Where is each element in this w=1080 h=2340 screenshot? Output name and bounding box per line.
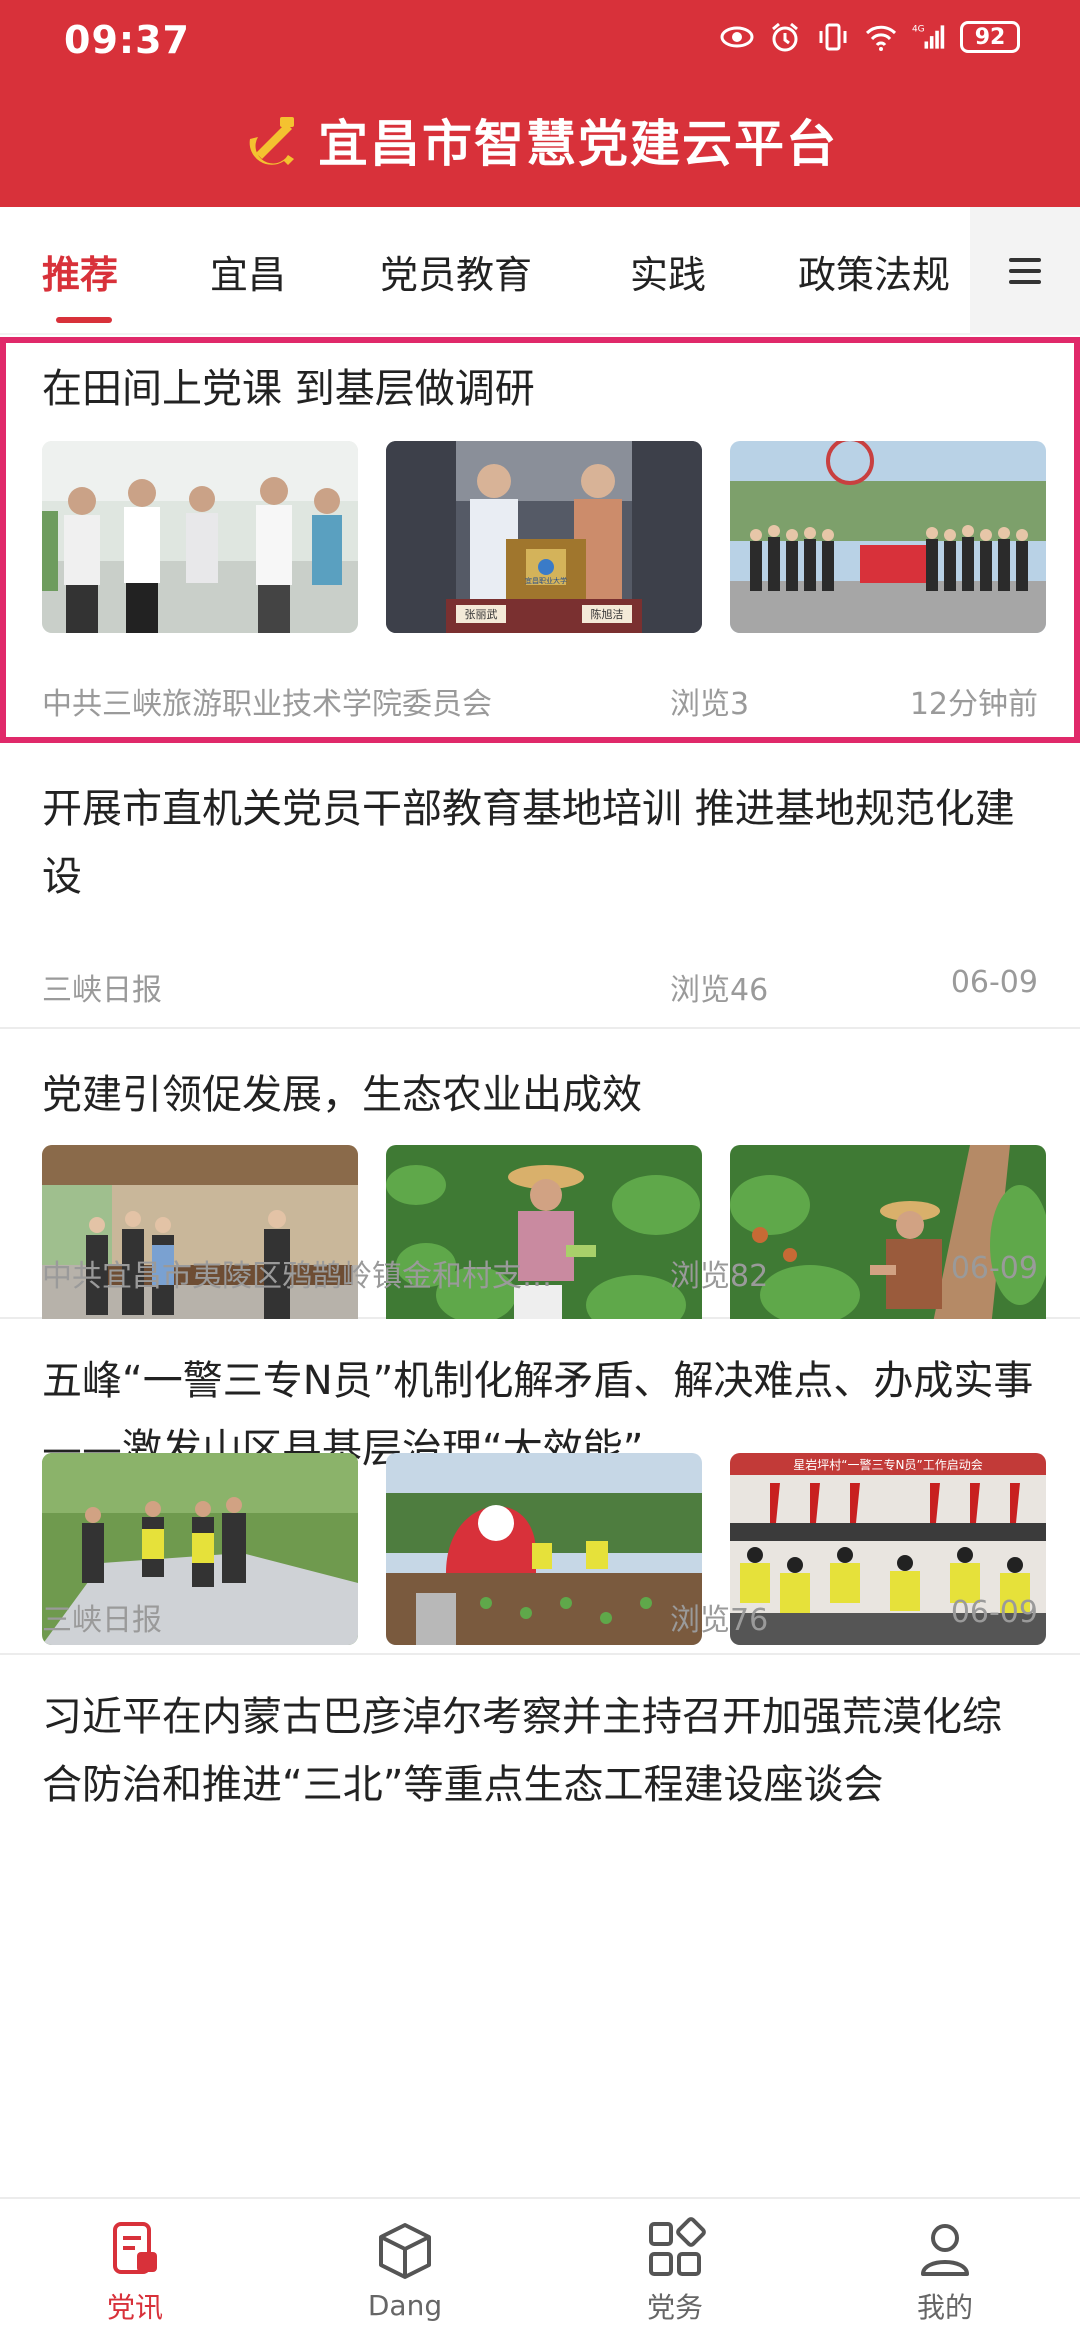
article-source: 中共宜昌市夷陵区鸦鹊岭镇金和村支… bbox=[42, 1259, 552, 1294]
article-title: 党建引领促发展，生态农业出成效 bbox=[42, 1072, 642, 1118]
article-time: 12分钟前 bbox=[909, 687, 1038, 722]
article-card[interactable]: 在田间上党课 到基层做调研 张丽武 陈旭洁 宜昌职业大学 中共三峡旅游职业技术学… bbox=[0, 337, 1080, 743]
nav-mine[interactable]: 我的 bbox=[810, 2199, 1080, 2340]
hamburger-icon bbox=[1009, 258, 1041, 284]
article-photo bbox=[386, 1145, 702, 1337]
nav-news[interactable]: 党讯 bbox=[0, 2199, 270, 2340]
status-time: 09:37 bbox=[64, 18, 190, 62]
article-title: 习近平在内蒙古巴彦淖尔考察并主持召开加强荒漠化综合防治和推进“三北”等重点生态工… bbox=[42, 1694, 1002, 1808]
app-title-bar: 宜昌市智慧党建云平台 bbox=[0, 105, 1080, 175]
article-photo bbox=[730, 441, 1046, 633]
nav-party-affairs-label: 党务 bbox=[646, 2290, 703, 2324]
nav-mine-label: 我的 bbox=[916, 2290, 973, 2324]
cube-icon bbox=[379, 2223, 431, 2279]
photo-caption: 陈旭洁 bbox=[591, 607, 624, 621]
article-time: 06-09 bbox=[950, 1595, 1038, 1630]
tab-member-education[interactable]: 党员教育 bbox=[380, 207, 532, 335]
tab-policy[interactable]: 政策法规 bbox=[798, 207, 950, 335]
status-icons: 4G 92 bbox=[720, 20, 1020, 54]
article-source: 三峡日报 bbox=[42, 973, 162, 1008]
tab-menu-button[interactable] bbox=[970, 207, 1080, 335]
signal-label: 4G bbox=[912, 25, 925, 35]
article-meta: 中共宜昌市夷陵区鸦鹊岭镇金和村支… 浏览82 06-09 bbox=[42, 1251, 1038, 1294]
article-images bbox=[42, 1145, 1046, 1337]
article-photo bbox=[730, 1145, 1046, 1337]
article-views: 浏览82 bbox=[670, 1259, 769, 1294]
article-views: 浏览3 bbox=[670, 687, 750, 722]
article-card[interactable]: 五峰“一警三专N员”机制化解矛盾、解决难点、办成实事——激发山区县基层治理“大效… bbox=[0, 1319, 1080, 1655]
vibrate-icon bbox=[816, 20, 850, 54]
article-views: 浏览76 bbox=[670, 1603, 769, 1638]
photo-caption: 星岩坪村“一警三专N员”工作启动会 bbox=[793, 1457, 982, 1472]
photo-caption: 张丽武 bbox=[465, 608, 498, 621]
app-title: 宜昌市智慧党建云平台 bbox=[318, 115, 838, 173]
bottom-navigation: 党讯 Dang 党务 我的 bbox=[0, 2197, 1080, 2340]
news-icon bbox=[113, 2221, 157, 2274]
article-title: 在田间上党课 到基层做调研 bbox=[42, 366, 535, 412]
category-tabs: 推荐 宜昌 党员教育 实践 政策法规 bbox=[0, 207, 1080, 335]
article-card[interactable]: 党建引领促发展，生态农业出成效 中共宜昌市夷陵区鸦鹊岭镇金和村支… 浏览82 0… bbox=[0, 1029, 1080, 1337]
article-views: 浏览46 bbox=[670, 973, 769, 1008]
tab-yichang[interactable]: 宜昌 bbox=[210, 207, 286, 335]
article-card[interactable]: 开展市直机关党员干部教育基地培训 推进基地规范化建设 三峡日报 浏览46 06-… bbox=[0, 743, 1080, 1029]
article-source: 中共三峡旅游职业技术学院委员会 bbox=[42, 687, 492, 722]
article-photo: 张丽武 陈旭洁 宜昌职业大学 bbox=[386, 441, 702, 633]
app-screen: 09:37 4G 92 宜昌市智慧党建云平台 推荐 宜昌 党员教育 实践 政策法… bbox=[0, 0, 1080, 2340]
wifi-icon bbox=[864, 20, 898, 54]
article-images: 张丽武 陈旭洁 宜昌职业大学 bbox=[42, 441, 1046, 633]
article-photo bbox=[42, 441, 358, 633]
nav-party-affairs[interactable]: 党务 bbox=[540, 2199, 810, 2340]
app-header: 09:37 4G 92 宜昌市智慧党建云平台 bbox=[0, 0, 1080, 207]
nav-dang[interactable]: Dang bbox=[270, 2199, 540, 2340]
news-feed: 在田间上党课 到基层做调研 张丽武 陈旭洁 宜昌职业大学 中共三峡旅游职业技术学… bbox=[0, 337, 1080, 2197]
nav-news-label: 党讯 bbox=[106, 2290, 163, 2324]
tab-practice[interactable]: 实践 bbox=[630, 207, 706, 335]
nav-dang-label: Dang bbox=[367, 2289, 443, 2322]
article-card[interactable]: 习近平在内蒙古巴彦淖尔考察并主持召开加强荒漠化综合防治和推进“三北”等重点生态工… bbox=[0, 1655, 1080, 2197]
apps-icon bbox=[649, 2216, 706, 2276]
article-photo bbox=[42, 1145, 358, 1337]
article-time: 06-09 bbox=[950, 965, 1038, 1000]
person-icon bbox=[921, 2223, 969, 2276]
article-title: 开展市直机关党员干部教育基地培训 推进基地规范化建设 bbox=[42, 786, 1015, 900]
article-meta: 三峡日报 浏览46 06-09 bbox=[42, 965, 1038, 1008]
article-meta: 中共三峡旅游职业技术学院委员会 浏览3 12分钟前 bbox=[42, 679, 1038, 722]
eye-icon bbox=[720, 20, 754, 54]
article-source: 三峡日报 bbox=[42, 1603, 162, 1638]
tab-recommended[interactable]: 推荐 bbox=[42, 207, 118, 335]
article-time: 06-09 bbox=[950, 1251, 1038, 1286]
party-emblem-icon bbox=[242, 109, 304, 171]
article-meta: 三峡日报 浏览76 06-09 bbox=[42, 1595, 1038, 1638]
alarm-icon bbox=[768, 20, 802, 54]
signal-icon: 4G bbox=[912, 20, 946, 54]
battery-indicator: 92 bbox=[960, 21, 1020, 53]
status-bar: 09:37 4G 92 bbox=[0, 0, 1080, 80]
active-tab-indicator bbox=[56, 317, 112, 323]
photo-caption: 宜昌职业大学 bbox=[525, 576, 567, 585]
